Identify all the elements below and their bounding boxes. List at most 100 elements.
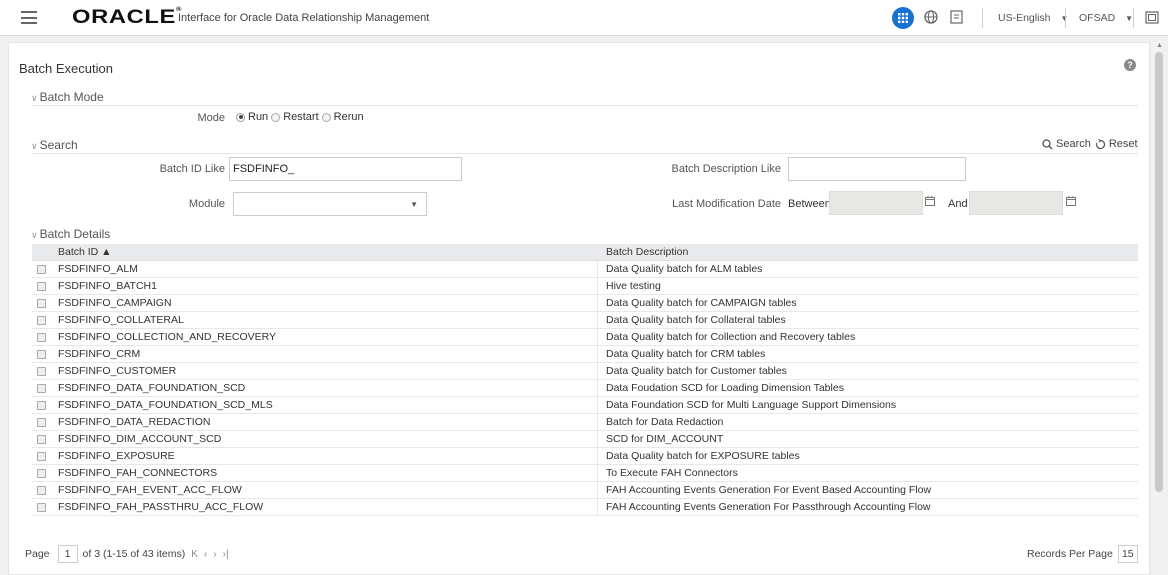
batch-description-cell: Data Quality batch for Customer tables [606, 365, 787, 377]
batch-id-cell: FSDFINFO_FAH_EVENT_ACC_FLOW [50, 482, 598, 498]
radio-run[interactable]: Run [236, 111, 268, 123]
chevron-down-icon: ▼ [410, 200, 418, 209]
divider [32, 153, 1138, 154]
batch-description-cell: Hive testing [606, 280, 661, 292]
row-checkbox[interactable] [36, 400, 46, 410]
search-icon[interactable] [1042, 138, 1053, 150]
batch-description-cell: Data Foundation SCD for Multi Language S… [606, 399, 897, 411]
batch-description-input[interactable] [788, 157, 966, 181]
records-per-page: Records Per Page 15 [1027, 545, 1138, 563]
end-date-input[interactable] [969, 191, 1063, 215]
row-checkbox[interactable] [36, 315, 46, 325]
batch-description-cell: Data Foudation SCD for Loading Dimension… [606, 382, 844, 394]
document-icon[interactable] [950, 10, 963, 24]
table-row[interactable]: FSDFINFO_FAH_CONNECTORS To Execute FAH Co… [32, 465, 1138, 482]
table-row[interactable]: FSDFINFO_CRM Data Quality batch for CRM t… [32, 346, 1138, 363]
row-checkbox-cell [32, 448, 50, 464]
row-checkbox-cell [32, 414, 50, 430]
row-checkbox-cell [32, 329, 50, 345]
radio-rerun[interactable]: Rerun [321, 111, 364, 123]
row-checkbox[interactable] [36, 264, 46, 274]
section-search[interactable]: ∨ Search [31, 138, 78, 152]
column-header-batch-id[interactable]: Batch ID ▲ [50, 244, 598, 260]
records-per-page-input[interactable]: 15 [1117, 545, 1138, 563]
scroll-thumb[interactable] [1155, 52, 1163, 492]
row-checkbox[interactable] [36, 298, 46, 308]
table-row[interactable]: FSDFINFO_CUSTOMER Data Quality batch for … [32, 363, 1138, 380]
table-row[interactable]: FSDFINFO_COLLECTION_AND_RECOVERY Data Qua… [32, 329, 1138, 346]
page-number-input[interactable]: 1 [57, 545, 78, 563]
module-select[interactable]: ▼ [233, 192, 427, 216]
table-row[interactable]: FSDFINFO_ALM Data Quality batch for ALM t… [32, 261, 1138, 278]
batch-description-cell: FAH Accounting Events Generation For Pas… [606, 501, 931, 513]
table-row[interactable]: FSDFINFO_CAMPAIGN Data Quality batch for … [32, 295, 1138, 312]
row-checkbox[interactable] [36, 383, 46, 393]
pagination: Page 1 of 3 (1-15 of 43 items) K ‹ › ›| [25, 545, 229, 563]
start-date-input[interactable] [829, 191, 923, 215]
hamburger-menu-icon[interactable] [21, 11, 37, 24]
batch-id-cell: FSDFINFO_CAMPAIGN [50, 295, 598, 311]
row-checkbox[interactable] [36, 366, 46, 376]
row-checkbox-cell [32, 397, 50, 413]
row-checkbox[interactable] [36, 485, 46, 495]
previous-page-icon[interactable]: ‹ [204, 549, 207, 560]
first-page-icon[interactable]: K [191, 549, 198, 560]
row-checkbox[interactable] [36, 468, 46, 478]
table-row[interactable]: FSDFINFO_DATA_REDACTION Batch for Data Re… [32, 414, 1138, 431]
header-checkbox-cell [32, 244, 50, 260]
batch-description-cell: Batch for Data Redaction [606, 416, 724, 428]
section-batch-mode[interactable]: ∨ Batch Mode [31, 90, 104, 104]
batch-id-cell: FSDFINFO_COLLECTION_AND_RECOVERY [50, 329, 598, 345]
batch-id-input[interactable]: FSDFINFO_ [229, 157, 462, 181]
row-checkbox[interactable] [36, 451, 46, 461]
reset-icon[interactable] [1095, 138, 1106, 150]
calendar-icon[interactable] [925, 196, 935, 206]
radio-button[interactable] [321, 112, 331, 122]
radio-button[interactable] [236, 112, 245, 122]
table-row[interactable]: FSDFINFO_EXPOSURE Data Quality batch for … [32, 448, 1138, 465]
batch-id-cell: FSDFINFO_CUSTOMER [50, 363, 598, 379]
batch-id-cell: FSDFINFO_BATCH1 [50, 278, 598, 294]
radio-restart[interactable]: Restart [271, 111, 319, 123]
table-row[interactable]: FSDFINFO_BATCH1 Hive testing [32, 278, 1138, 295]
user-menu[interactable]: OFSAD ▼ [1079, 12, 1133, 24]
table-row[interactable]: FSDFINFO_DATA_FOUNDATION_SCD Data Foudati… [32, 380, 1138, 397]
row-checkbox[interactable] [36, 281, 46, 291]
screen-icon[interactable] [1145, 11, 1159, 24]
table-row[interactable]: FSDFINFO_COLLATERAL Data Quality batch fo… [32, 312, 1138, 329]
batch-description-cell: Data Quality batch for Collateral tables [606, 314, 786, 326]
radio-button[interactable] [271, 112, 281, 122]
help-icon[interactable]: ? [1124, 59, 1136, 71]
next-page-icon[interactable]: › [213, 549, 216, 560]
mode-label: Mode [197, 112, 225, 124]
row-checkbox[interactable] [36, 502, 46, 512]
table-row[interactable]: FSDFINFO_DIM_ACCOUNT_SCD SCD for DIM_ACCO… [32, 431, 1138, 448]
batch-description-cell: FAH Accounting Events Generation For Eve… [606, 484, 932, 496]
table-row[interactable]: FSDFINFO_FAH_EVENT_ACC_FLOW FAH Accountin… [32, 482, 1138, 499]
table-row[interactable]: FSDFINFO_FAH_PASSTHRU_ACC_FLOW FAH Accoun… [32, 499, 1138, 516]
scroll-up-icon[interactable]: ▲ [1156, 42, 1163, 49]
chevron-down-icon: ▼ [1125, 14, 1134, 23]
column-header-batch-description[interactable]: Batch Description [598, 244, 1138, 260]
row-checkbox-cell [32, 363, 50, 379]
row-checkbox[interactable] [36, 417, 46, 427]
table-row[interactable]: FSDFINFO_DATA_FOUNDATION_SCD_MLS Data Fou… [32, 397, 1138, 414]
row-checkbox[interactable] [36, 332, 46, 342]
oracle-logo: ORACLE® [72, 7, 183, 28]
search-button[interactable]: Search [1056, 138, 1091, 150]
row-checkbox[interactable] [36, 434, 46, 444]
between-label: Between [788, 198, 831, 210]
separator [1133, 8, 1134, 28]
batch-description-cell: SCD for DIM_ACCOUNT [606, 433, 724, 445]
reset-button[interactable]: Reset [1109, 138, 1138, 150]
calendar-icon[interactable] [1066, 196, 1076, 206]
language-selector[interactable]: US-English▼ [998, 12, 1068, 24]
globe-icon[interactable] [924, 10, 938, 24]
page-label: Page [25, 548, 50, 560]
app-launcher-icon[interactable] [892, 7, 914, 29]
vertical-scrollbar[interactable]: ▲ [1153, 40, 1165, 575]
records-per-page-label: Records Per Page [1027, 548, 1113, 560]
section-batch-details[interactable]: ∨ Batch Details [31, 227, 110, 241]
row-checkbox[interactable] [36, 349, 46, 359]
last-page-icon[interactable]: ›| [223, 549, 229, 560]
